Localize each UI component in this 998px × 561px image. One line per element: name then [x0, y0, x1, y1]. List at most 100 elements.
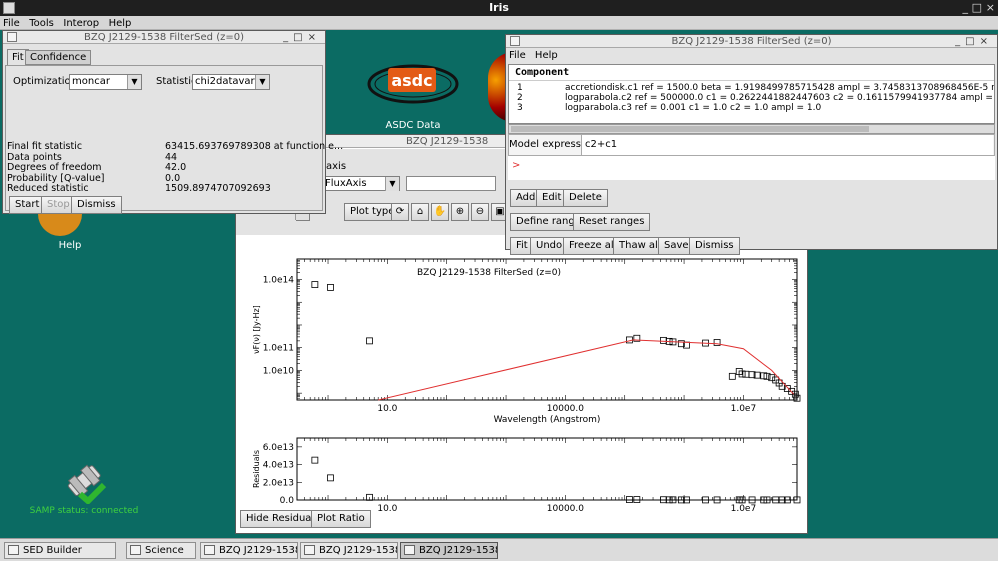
taskbar-item-science[interactable]: Science	[126, 542, 196, 559]
component-hscrollbar[interactable]	[508, 124, 995, 134]
window-icon	[8, 545, 19, 555]
fit-result-label: Final fit statistic	[7, 141, 83, 152]
model-expression-field[interactable]: c2+c1	[581, 135, 993, 155]
component-list: 1 accretiondisk.c1 ref = 1500.0 beta = 1.…	[509, 83, 994, 113]
samp-status-label: SAMP status: connected	[29, 506, 139, 516]
fit-result-label: Reduced statistic	[7, 183, 89, 194]
menu-tools[interactable]: Tools	[26, 17, 57, 31]
axis-text-field[interactable]	[406, 176, 496, 191]
desktop: asdc ASDC Data Help SAMP status: connect…	[0, 30, 998, 538]
x-tick-label: 10000.0	[547, 404, 584, 414]
x-tick-label: 10.0	[377, 504, 397, 514]
reset-ranges-button[interactable]: Reset ranges	[573, 213, 651, 231]
y-tick-label: 1.0e11	[263, 344, 294, 354]
chevron-down-icon: ▼	[127, 75, 141, 89]
command-output: >	[508, 156, 995, 180]
zoom-out-icon[interactable]: ⊖	[471, 203, 489, 221]
menu-interop[interactable]: Interop	[60, 17, 102, 31]
taskbar-item-bzq-3[interactable]: BZQ J2129-1538 ...	[400, 542, 498, 559]
taskbar-item-label: BZQ J2129-1538 ...	[219, 545, 298, 556]
component-text: logparabola.c2 ref = 500000.0 c1 = 0.262…	[565, 93, 995, 103]
taskbar-item-sed-builder[interactable]: SED Builder	[4, 542, 116, 559]
component-row[interactable]: 2 logparabola.c2 ref = 500000.0 c1 = 0.26…	[509, 93, 994, 103]
zoom-in-icon[interactable]: ⊕	[451, 203, 469, 221]
refresh-icon[interactable]: ⟳	[391, 203, 409, 221]
y-axis-label: Residuals	[252, 450, 261, 488]
menu-help[interactable]: Help	[106, 17, 135, 31]
help-label: Help	[58, 240, 82, 251]
y-tick-label: 4.0e13	[263, 461, 294, 471]
fit-result-label: Degrees of freedom	[7, 162, 102, 173]
fit-result-label: Probability [Q-value]	[7, 172, 105, 184]
samp-status: SAMP status: connected	[24, 458, 144, 518]
model-window-title: BZQ J2129-1538 FilterSed (z=0)	[671, 36, 832, 47]
menu-file[interactable]: File	[0, 17, 23, 31]
plot-ratio-button[interactable]: Plot Ratio	[311, 510, 371, 528]
component-row[interactable]: 1 accretiondisk.c1 ref = 1500.0 beta = 1.…	[509, 83, 994, 93]
optimization-combo[interactable]: moncar ▼	[69, 74, 142, 90]
model-menu-file[interactable]: File	[506, 50, 529, 61]
main-sed-chart: 10.0 10000.0 1.0e7 1.0e10 1.0e11 1.0e14 BZQ J2…	[252, 258, 801, 425]
component-text: logparabola.c3 ref = 0.001 c1 = 1.0 c2 =…	[565, 103, 822, 113]
pan-icon[interactable]: ✋	[431, 203, 449, 221]
fit-result-row: Reduced statistic 1509.8974707092693	[7, 183, 323, 195]
fit-window-titlebar: BZQ J2129-1538 FilterSed (z=0) _□×	[3, 31, 325, 44]
y-tick-label: 1.0e10	[263, 366, 295, 376]
command-prompt: >	[512, 160, 521, 171]
close-icon[interactable]: ×	[986, 0, 995, 16]
dismiss-model-button[interactable]: Dismiss	[689, 237, 740, 255]
statistic-combo[interactable]: chi2datavar ▼	[192, 74, 270, 90]
x-tick-label: 10.0	[377, 404, 397, 414]
taskbar-item-bzq-2[interactable]: BZQ J2129-1538 ...	[300, 542, 398, 559]
home-icon[interactable]: ⌂	[411, 203, 429, 221]
menubar: File Tools Interop Help	[0, 16, 998, 30]
taskbar-item-bzq-1[interactable]: BZQ J2129-1538 ...	[200, 542, 298, 559]
asdc-data-launcher[interactable]: asdc ASDC Data	[366, 54, 460, 138]
app-title: Iris	[489, 1, 509, 14]
fit-window: BZQ J2129-1538 FilterSed (z=0) _□× Fit C…	[2, 30, 343, 214]
hscroll-thumb[interactable]	[511, 126, 869, 132]
maximize-icon[interactable]: □	[972, 0, 982, 16]
dismiss-button[interactable]: Dismiss	[71, 196, 122, 214]
chevron-down-icon: ▼	[255, 75, 269, 89]
component-table: Component 1 accretiondisk.c1 ref = 1500.0…	[508, 64, 995, 124]
window-controls[interactable]: _□×	[955, 35, 993, 48]
window-icon	[404, 545, 415, 555]
window-icon	[304, 545, 315, 555]
x-tick-label: 10000.0	[547, 504, 584, 514]
fit-result-value: 42.0	[165, 162, 187, 173]
fit-result-value: 63415.693769789308 at function e...	[165, 141, 344, 152]
tab-confidence[interactable]: Confidence	[25, 50, 92, 65]
fit-window-title: BZQ J2129-1538 FilterSed (z=0)	[84, 32, 244, 43]
delete-button[interactable]: Delete	[563, 189, 608, 207]
model-expression-row: Model expression c2+c1	[508, 134, 995, 156]
taskbar-item-label: Science	[145, 545, 184, 556]
fit-result-value: 1509.8974707092693	[165, 183, 271, 194]
axis-label: axis	[326, 161, 347, 172]
plot-frame	[296, 258, 798, 401]
component-number: 3	[517, 103, 523, 113]
axis-combo[interactable]: FluxAxis ▼	[322, 176, 400, 191]
model-window-titlebar: BZQ J2129-1538 FilterSed (z=0) _□×	[506, 35, 997, 48]
asdc-data-label: ASDC Data	[385, 120, 441, 131]
app-titlebar: Iris _ □ ×	[0, 0, 998, 16]
component-text: accretiondisk.c1 ref = 1500.0 beta = 1.9…	[565, 83, 995, 93]
model-window: BZQ J2129-1538 FilterSed (z=0) _□× File …	[505, 34, 998, 255]
component-header: Component	[509, 65, 994, 81]
window-icon	[204, 545, 215, 555]
y-tick-label: 2.0e13	[263, 478, 294, 488]
model-menu-help[interactable]: Help	[532, 50, 561, 61]
chevron-down-icon: ▼	[385, 177, 399, 191]
component-row[interactable]: 3 logparabola.c3 ref = 0.001 c1 = 1.0 c2 …	[509, 103, 994, 113]
samp-connected-icon	[67, 464, 107, 504]
component-number: 1	[517, 83, 523, 93]
window-controls[interactable]: _□×	[283, 31, 321, 44]
asdc-logo-text: asdc	[391, 71, 432, 90]
start-button[interactable]: Start	[9, 196, 46, 214]
fit-results: Final fit statistic 63415.693769789308 at…	[7, 141, 343, 195]
fit-result-label: Data points	[7, 151, 62, 163]
taskbar-item-label: SED Builder	[23, 545, 82, 556]
model-expression-value: c2+c1	[585, 139, 618, 150]
plot-frame	[296, 437, 798, 501]
minimize-icon[interactable]: _	[963, 0, 969, 16]
